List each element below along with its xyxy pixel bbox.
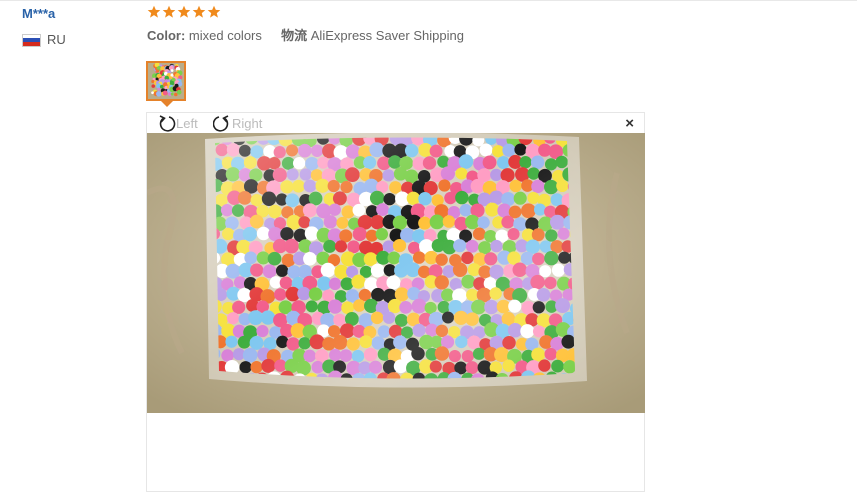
rotate-left-button[interactable]: Left (157, 114, 198, 133)
photo-viewer: Left Right × (146, 112, 645, 492)
russia-flag-icon (22, 33, 41, 47)
rotate-right-icon (213, 115, 229, 132)
review-photo (147, 133, 645, 413)
rotate-left-label: Left (176, 115, 198, 131)
star-rating (147, 5, 222, 19)
review-meta: Color: mixed colors 物流 AliExpress Saver … (147, 28, 464, 44)
close-viewer-button[interactable]: × (625, 116, 634, 131)
country-code: RU (47, 32, 66, 47)
reviewer-info: M***a (22, 6, 55, 22)
star-icon (192, 5, 206, 18)
star-icon (177, 5, 191, 18)
star-icon (147, 5, 161, 18)
rotate-left-icon (159, 115, 176, 132)
shipping-value: AliExpress Saver Shipping (310, 28, 464, 43)
thumbnail-pointer-icon (161, 101, 173, 107)
reviewer-country: RU (22, 32, 66, 48)
reviewer-name[interactable]: M***a (22, 6, 55, 22)
color-value: mixed colors (188, 28, 262, 43)
pom-pom-bag-image (147, 133, 645, 413)
star-icon (162, 5, 176, 18)
shipping-label: 物流 (281, 28, 308, 43)
rotate-right-label: Right (232, 115, 263, 131)
thumbnail-image (148, 63, 184, 99)
top-divider (0, 0, 857, 1)
review-photo-thumbnail[interactable] (146, 61, 186, 101)
viewer-toolbar: Left Right × (147, 113, 644, 134)
rotate-right-button[interactable]: Right (213, 114, 262, 133)
star-icon (207, 5, 221, 18)
color-label: Color: (147, 28, 186, 43)
